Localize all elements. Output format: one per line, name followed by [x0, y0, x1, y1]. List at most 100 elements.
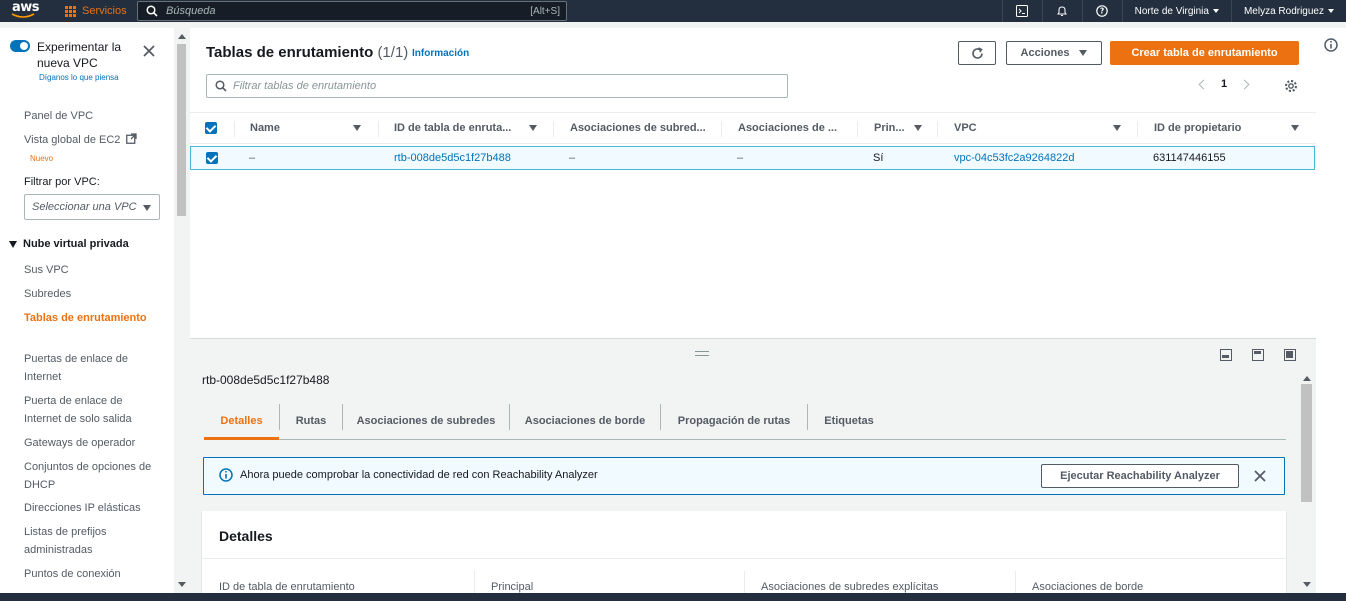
notifications-bell-icon[interactable] [1041, 0, 1082, 22]
services-menu[interactable]: Servicios [50, 0, 135, 22]
sidebar-item-internet-gateways[interactable]: Puertas de enlace de Internet [24, 350, 154, 386]
vpc-filter-label: Filtrar por VPC: [24, 176, 100, 188]
feedback-link[interactable]: Díganos lo que piensa [39, 73, 119, 82]
sidebar-item-carrier-gateways[interactable]: Gateways de operador [24, 434, 154, 452]
column-header-vpc[interactable]: VPC [954, 113, 1124, 143]
sidebar-item-dhcp-options[interactable]: Conjuntos de opciones de DHCP [24, 458, 154, 494]
sidebar-item-endpoints[interactable]: Puntos de conexión [24, 565, 154, 583]
new-badge: Nuevo [30, 154, 54, 163]
select-all-checkbox[interactable] [205, 113, 217, 143]
page-title: Tablas de enrutamiento (1/1) [206, 44, 408, 61]
table-row[interactable]: – rtb-008de5d5c1f27b488 – – Sí vpc-04c53… [190, 146, 1315, 170]
actions-label: Acciones [1020, 47, 1070, 59]
scroll-up-icon[interactable] [1303, 376, 1311, 381]
scrollbar-thumb[interactable] [177, 44, 186, 216]
actions-button[interactable]: Acciones [1006, 41, 1102, 65]
route-table-filter-input[interactable]: Filtrar tablas de enrutamiento [206, 74, 788, 98]
column-separator [378, 121, 379, 137]
drag-handle-icon[interactable] [695, 351, 709, 356]
tab-label: Asociaciones de subredes [356, 415, 496, 427]
column-header-route-table-id[interactable]: ID de tabla de enruta... [394, 113, 544, 143]
search-icon [146, 5, 158, 17]
column-header-owner-id[interactable]: ID de propietario [1154, 113, 1304, 143]
svg-text:?: ? [1100, 7, 1104, 16]
scroll-up-icon[interactable] [178, 34, 186, 39]
sidebar-item-ec2-global[interactable]: Vista global de EC2 [24, 131, 154, 149]
global-search-input[interactable]: Búsqueda [Alt+S] [137, 1, 567, 21]
account-menu[interactable]: Melyza Rodriguez [1230, 0, 1346, 22]
cell-name: – [249, 152, 256, 164]
sidebar-item-subnets[interactable]: Subredes [24, 285, 154, 303]
tab-route-propagation[interactable]: Propagación de rutas [661, 404, 807, 438]
new-vpc-toggle[interactable] [10, 40, 30, 52]
sidebar-item-prefix-lists[interactable]: Listas de prefijos administradas [24, 523, 154, 559]
column-label: Name [250, 122, 280, 134]
column-label: VPC [954, 122, 977, 134]
field-label-main: Principal [491, 581, 534, 593]
sidebar-item-egress-only-gateways[interactable]: Puerta de enlace de Internet de solo sal… [24, 392, 154, 428]
sidebar-section-vpc[interactable]: Nube virtual privada [9, 238, 129, 250]
help-icon[interactable]: ? [1081, 0, 1122, 22]
info-link[interactable]: Información [412, 48, 469, 59]
vpc-filter-select[interactable]: Seleccionar una VPC [24, 194, 160, 220]
info-icon[interactable] [1324, 38, 1338, 52]
scroll-down-icon[interactable] [1303, 582, 1311, 587]
cell-vpc-link[interactable]: vpc-04c53fc2a9264822d [954, 147, 1074, 169]
new-vpc-toggle-label: Experimentar la nueva VPC [37, 40, 122, 70]
tab-label: Asociaciones de borde [524, 415, 646, 427]
column-header-subnet-associations[interactable]: Asociaciones de subred... [570, 113, 706, 143]
close-icon[interactable] [1254, 470, 1266, 482]
refresh-icon [971, 46, 983, 59]
next-page-icon[interactable] [1239, 79, 1250, 89]
split-full-icon[interactable] [1284, 349, 1296, 361]
aws-logo[interactable]: aws [0, 0, 50, 22]
row-checkbox[interactable] [206, 147, 218, 169]
detail-scrollbar[interactable] [1299, 374, 1314, 593]
previous-page-icon[interactable] [1198, 79, 1209, 89]
search-icon [215, 80, 227, 92]
run-reachability-analyzer-button[interactable]: Ejecutar Reachability Analyzer [1041, 464, 1239, 488]
vpc-filter-placeholder: Seleccionar una VPC [32, 201, 137, 213]
region-selector[interactable]: Norte de Virginia [1121, 0, 1231, 22]
gear-icon[interactable] [1284, 79, 1298, 93]
chevron-down-icon [143, 205, 151, 211]
sidebar-item-vpcs[interactable]: Sus VPC [24, 261, 154, 279]
tab-edge-associations[interactable]: Asociaciones de borde [510, 404, 660, 438]
split-bottom-icon[interactable] [1220, 349, 1232, 361]
column-header-edge-associations[interactable]: Asociaciones de ... [738, 113, 837, 143]
split-panel-divider[interactable] [190, 338, 1316, 339]
cell-main: Sí [873, 152, 884, 164]
tab-tags[interactable]: Etiquetas [808, 404, 890, 438]
sidebar-item-vpc-dashboard[interactable]: Panel de VPC [24, 107, 154, 125]
scroll-down-icon[interactable] [178, 582, 186, 587]
column-separator [234, 121, 235, 137]
sidebar-scrollbar[interactable] [174, 28, 189, 593]
cell-edge-associations: – [737, 152, 744, 164]
cloudshell-icon[interactable] [1001, 0, 1042, 22]
refresh-button[interactable] [958, 41, 996, 65]
column-label: Asociaciones de subred... [570, 122, 706, 134]
column-header-main[interactable]: Prin... [874, 113, 922, 143]
close-sidebar-icon[interactable] [143, 45, 155, 57]
sort-icon [914, 125, 922, 131]
column-label: ID de tabla de enruta... [394, 122, 512, 134]
tab-subnet-associations[interactable]: Asociaciones de subredes [343, 404, 509, 438]
cell-route-table-id-link[interactable]: rtb-008de5d5c1f27b488 [394, 147, 511, 169]
tab-label: Etiquetas [824, 415, 874, 427]
tab-details[interactable]: Detalles [204, 404, 279, 440]
create-route-table-button[interactable]: Crear tabla de enrutamiento [1110, 41, 1299, 65]
sidebar-item-label: Vista global de EC2 [24, 134, 121, 146]
services-grid-icon [65, 5, 76, 17]
sidebar-item-elastic-ips[interactable]: Direcciones IP elásticas [24, 499, 154, 517]
column-header-name[interactable]: Name [250, 113, 361, 143]
info-icon [219, 468, 233, 482]
current-page[interactable]: 1 [1221, 78, 1227, 90]
page-title-text: Tablas de enrutamiento [206, 44, 374, 61]
search-placeholder: Búsqueda [166, 5, 216, 17]
sidebar-item-route-tables[interactable]: Tablas de enrutamiento [24, 309, 154, 327]
scrollbar-thumb[interactable] [1301, 384, 1312, 502]
tab-routes[interactable]: Rutas [280, 404, 342, 438]
card-divider [202, 558, 1286, 559]
split-side-icon[interactable] [1252, 349, 1264, 361]
tab-label: Detalles [220, 415, 263, 427]
